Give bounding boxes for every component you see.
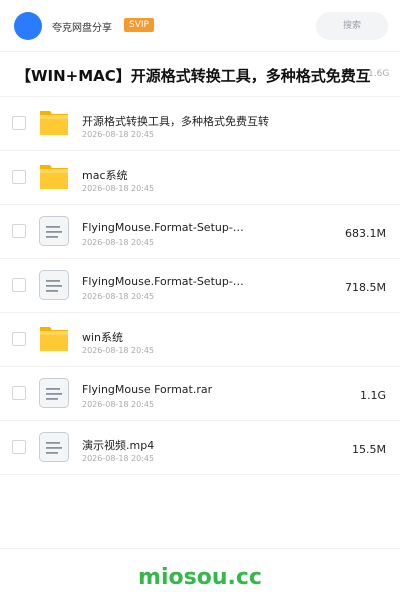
document-icon xyxy=(38,269,70,301)
item-date: 2026-08-18 20:45 xyxy=(82,400,155,409)
list-item[interactable]: FlyingMouse.Format-Setup-… 2026-08-18 20… xyxy=(0,259,400,313)
item-size: 683.1M xyxy=(345,227,386,240)
item-date: 2026-08-18 20:45 xyxy=(82,292,155,301)
folder-icon xyxy=(38,323,70,355)
search-input[interactable]: 搜索 xyxy=(316,12,388,40)
row-checkbox[interactable] xyxy=(12,170,26,184)
document-icon xyxy=(38,215,70,247)
row-checkbox[interactable] xyxy=(12,116,26,130)
item-size: 1.1G xyxy=(359,389,386,402)
item-name: win系统 xyxy=(82,331,124,344)
list-item[interactable]: win系统 2026-08-18 20:45 xyxy=(0,313,400,367)
share-page: 夸克网盘分享 SVIP 搜索 【WIN+MAC】开源格式转换工具，多种格式免费互… xyxy=(0,0,400,600)
header: 夸克网盘分享 SVIP 搜索 xyxy=(0,0,400,52)
row-checkbox[interactable] xyxy=(12,224,26,238)
item-name: mac系统 xyxy=(82,169,128,182)
item-date: 2026-08-18 20:45 xyxy=(82,238,155,247)
item-name: FlyingMouse.Format-Setup-… xyxy=(82,221,244,234)
item-date: 2026-08-18 20:45 xyxy=(82,454,155,463)
file-list: 开源格式转换工具，多种格式免费互转 2026-08-18 20:45 mac系统… xyxy=(0,97,400,475)
folder-icon xyxy=(38,107,70,139)
page-title: 【WIN+MAC】开源格式转换工具，多种格式免费互转 xyxy=(16,67,370,85)
document-icon xyxy=(38,431,70,463)
item-name: FlyingMouse Format.rar xyxy=(82,383,213,396)
row-checkbox[interactable] xyxy=(12,386,26,400)
list-item[interactable]: FlyingMouse.Format-Setup-… 2026-08-18 20… xyxy=(0,205,400,259)
folder-icon xyxy=(38,161,70,193)
avatar[interactable] xyxy=(14,12,42,40)
item-name: FlyingMouse.Format-Setup-… xyxy=(82,275,244,288)
item-date: 2026-08-18 20:45 xyxy=(82,346,155,355)
item-date: 2026-08-18 20:45 xyxy=(82,130,155,139)
item-size: 718.5M xyxy=(345,281,386,294)
document-icon xyxy=(38,377,70,409)
item-name: 演示视频.mp4 xyxy=(82,439,155,452)
watermark: miosou.cc xyxy=(138,565,262,590)
row-checkbox[interactable] xyxy=(12,332,26,346)
row-checkbox[interactable] xyxy=(12,278,26,292)
item-size: 15.5M xyxy=(352,443,386,456)
svip-badge: SVIP xyxy=(124,18,154,32)
footer: miosou.cc xyxy=(0,548,400,600)
list-item[interactable]: 开源格式转换工具，多种格式免费互转 2026-08-18 20:45 xyxy=(0,97,400,151)
item-date: 2026-08-18 20:45 xyxy=(82,184,155,193)
list-item[interactable]: mac系统 2026-08-18 20:45 xyxy=(0,151,400,205)
list-item[interactable]: 演示视频.mp4 2026-08-18 20:45 15.5M xyxy=(0,421,400,475)
item-name: 开源格式转换工具，多种格式免费互转 xyxy=(82,115,269,128)
folder-title-row: 【WIN+MAC】开源格式转换工具，多种格式免费互转 1.6G xyxy=(0,52,400,97)
total-size: 1.6G xyxy=(368,69,390,79)
share-name: 夸克网盘分享 xyxy=(52,23,112,34)
list-item[interactable]: FlyingMouse Format.rar 2026-08-18 20:45 … xyxy=(0,367,400,421)
row-checkbox[interactable] xyxy=(12,440,26,454)
